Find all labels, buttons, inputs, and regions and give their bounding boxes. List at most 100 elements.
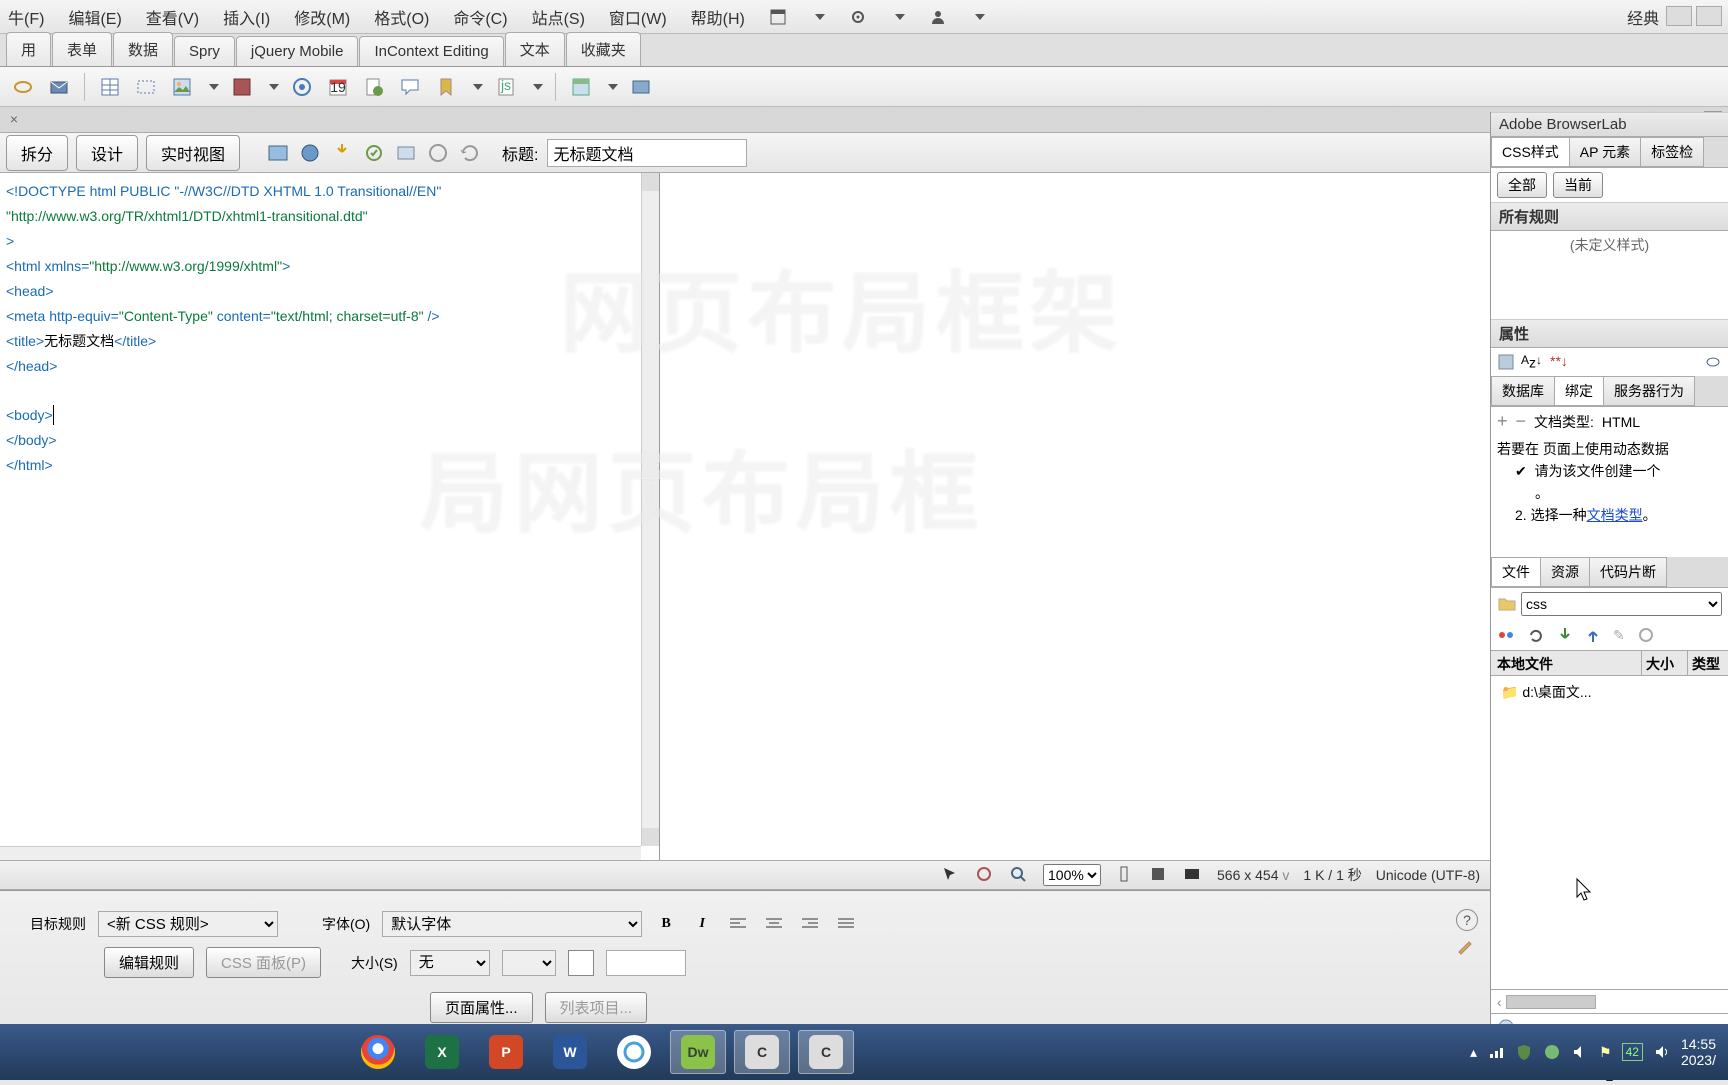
image-icon[interactable] [169,74,195,100]
put-files-icon[interactable] [1585,626,1601,644]
css-current-button[interactable]: 当前 [1553,172,1603,198]
taskbar-app-circle[interactable] [606,1030,662,1074]
color-swatch[interactable] [568,950,594,976]
tab-data[interactable]: 数据 [113,32,173,66]
css-all-button[interactable]: 全部 [1497,172,1547,198]
align-center-button[interactable] [762,912,786,936]
connect-icon[interactable] [1497,626,1515,644]
tab-forms[interactable]: 表单 [52,32,112,66]
edit-rule-button[interactable]: 编辑规则 [104,947,194,978]
menu-command[interactable]: 命令(C) [453,5,507,29]
tag-chooser-icon[interactable] [628,74,654,100]
menu-insert[interactable]: 插入(I) [223,5,270,29]
zoom-tool-icon[interactable] [1009,865,1029,885]
taskbar-camtasia-1[interactable]: C [734,1030,790,1074]
doctype-link[interactable]: 文档类型 [1587,507,1643,523]
hyperlink-icon[interactable] [10,74,36,100]
color-input[interactable] [606,950,686,976]
tablet-size-icon[interactable] [1149,865,1169,885]
menu-view[interactable]: 查看(V) [146,5,199,29]
script-icon[interactable]: js [493,74,519,100]
tray-network-icon[interactable] [1487,1043,1505,1061]
italic-button[interactable]: I [690,912,714,936]
tray-shield-icon[interactable] [1515,1043,1533,1061]
vertical-scrollbar[interactable] [641,173,659,846]
show-category-icon[interactable] [1497,353,1515,371]
tab-server-behaviors[interactable]: 服务器行为 [1603,376,1695,406]
checkout-icon[interactable]: ✎ [1613,627,1625,644]
taskbar-excel[interactable]: X [414,1030,470,1074]
design-view-button[interactable]: 设计 [76,135,138,171]
check-browser-icon[interactable] [394,141,418,165]
gear-icon[interactable] [849,8,867,26]
person-icon[interactable] [929,8,947,26]
validate-icon[interactable] [426,141,450,165]
tray-time[interactable]: 14:55 [1681,1036,1716,1052]
templates-icon[interactable] [568,74,594,100]
taskbar-chrome[interactable] [350,1030,406,1074]
media-icon[interactable] [229,74,255,100]
tray-chevron-icon[interactable]: ▴ [1470,1044,1477,1061]
design-view[interactable] [660,173,1490,860]
inspect-icon[interactable] [298,141,322,165]
browserlab-panel-header[interactable]: Adobe BrowserLab [1491,112,1728,137]
desktop-size-icon[interactable] [1183,865,1203,885]
font-select[interactable]: 默认字体 [382,911,642,937]
maximize-button[interactable] [1696,6,1722,26]
show-set-icon[interactable]: **↓ [1548,355,1566,369]
menu-format[interactable]: 格式(O) [374,5,429,29]
tab-files[interactable]: 文件 [1491,557,1541,587]
comment-icon[interactable] [397,74,423,100]
css-panel-button[interactable]: CSS 面板(P) [206,947,321,978]
align-left-button[interactable] [726,912,750,936]
get-files-icon[interactable] [1557,626,1573,644]
files-col-size[interactable]: 大小 [1642,651,1688,675]
taskbar-camtasia-2[interactable]: C [798,1030,854,1074]
sync-icon[interactable] [1637,626,1655,644]
live-options-icon[interactable] [362,141,386,165]
select-tool-icon[interactable] [941,865,961,885]
target-rule-select[interactable]: <新 CSS 规则> [98,911,278,937]
zoom-select[interactable]: 100% [1043,864,1101,886]
tab-text[interactable]: 文本 [505,32,565,66]
list-item-button[interactable]: 列表项目... [545,992,648,1023]
tray-battery-icon[interactable]: 42 [1622,1043,1643,1061]
taskbar-word[interactable]: W [542,1030,598,1074]
tab-favorites[interactable]: 收藏夹 [566,32,641,66]
add-binding-icon[interactable]: + [1497,411,1508,432]
unit-select[interactable] [502,950,556,976]
align-right-button[interactable] [798,912,822,936]
tab-assets[interactable]: 资源 [1540,557,1590,587]
taskbar-dreamweaver[interactable]: Dw [670,1030,726,1074]
tab-spry[interactable]: Spry [174,36,235,66]
live-view-button[interactable]: 实时视图 [146,135,240,171]
menu-file[interactable]: 牛(F) [8,5,44,29]
menu-window[interactable]: 窗口(W) [609,5,667,29]
code-view[interactable]: <!DOCTYPE html PUBLIC "-//W3C//DTD XHTML… [0,173,660,860]
hand-tool-icon[interactable] [975,865,995,885]
page-properties-button[interactable]: 页面属性... [430,992,533,1023]
menu-help[interactable]: 帮助(H) [691,5,745,29]
table-icon[interactable] [97,74,123,100]
tray-gpu-icon[interactable] [1543,1043,1561,1061]
title-input[interactable] [547,139,747,167]
tab-tag-inspector[interactable]: 标签检 [1640,137,1704,167]
tab-databases[interactable]: 数据库 [1491,376,1555,406]
tab-css-styles[interactable]: CSS样式 [1491,137,1570,167]
refresh-icon[interactable] [458,141,482,165]
widget-icon[interactable] [289,74,315,100]
tray-date[interactable]: 2023/ [1681,1052,1716,1068]
show-list-icon[interactable]: Az↓ [1521,353,1542,370]
refresh-files-icon[interactable] [1527,626,1545,644]
server-include-icon[interactable] [361,74,387,100]
menu-edit[interactable]: 编辑(E) [68,5,121,29]
minimize-button[interactable] [1666,6,1692,26]
date-icon[interactable]: 19 [325,74,351,100]
tab-snippets[interactable]: 代码片断 [1589,557,1667,587]
files-col-name[interactable]: 本地文件 [1491,651,1642,675]
browser-nav-icon[interactable] [330,141,354,165]
help-icon[interactable]: ? [1456,909,1478,931]
files-row[interactable]: 📁 d:\桌面文... [1497,680,1722,704]
close-document-icon[interactable]: × [6,112,22,128]
tray-speaker-icon[interactable] [1653,1043,1671,1061]
